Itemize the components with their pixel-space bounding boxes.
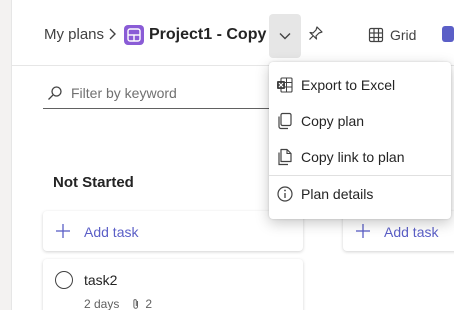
menu-item-export-to-excel[interactable]: Export to Excel <box>269 67 451 103</box>
add-task-label: Add task <box>384 224 439 240</box>
plan-header: My plans Project1 - Copy Grid <box>12 0 454 66</box>
menu-item-copy-link-to-plan[interactable]: Copy link to plan <box>269 139 451 175</box>
menu-item-label: Copy plan <box>301 113 365 129</box>
plan-title: Project1 - Copy <box>149 26 267 43</box>
pin-icon[interactable] <box>308 25 324 43</box>
search-icon <box>48 86 62 100</box>
add-task-label: Add task <box>84 224 139 240</box>
paperclip-icon <box>133 299 139 309</box>
plus-icon <box>356 224 370 238</box>
menu-item-copy-plan[interactable]: Copy plan <box>269 103 451 139</box>
chevron-right-icon <box>109 28 116 40</box>
task-complete-checkbox[interactable] <box>55 271 73 289</box>
tab-grid[interactable]: Grid <box>368 25 416 45</box>
plan-options-menu: Export to Excel Copy plan Copy link to p… <box>269 62 451 219</box>
menu-item-label: Export to Excel <box>301 77 396 93</box>
attachment-count: 2 <box>131 297 152 310</box>
grid-icon <box>368 27 384 43</box>
plan-icon <box>124 25 144 45</box>
filter-box <box>43 81 275 109</box>
task-meta: 2 days 2 <box>84 297 152 310</box>
task-duration: 2 days <box>84 297 120 310</box>
filter-input[interactable] <box>71 85 271 101</box>
left-rail <box>0 0 12 310</box>
excel-icon <box>277 77 293 93</box>
copy-link-icon <box>278 148 292 166</box>
breadcrumb-my-plans[interactable]: My plans <box>44 26 104 43</box>
task-card[interactable]: task2 2 days 2 <box>43 259 303 310</box>
menu-item-label: Copy link to plan <box>301 149 405 165</box>
board-icon[interactable] <box>442 26 454 42</box>
menu-item-label: Plan details <box>301 186 374 202</box>
plan-options-button[interactable] <box>269 14 301 58</box>
info-icon <box>277 186 293 202</box>
copy-icon <box>278 112 292 130</box>
add-task-button[interactable]: Add task <box>43 211 303 251</box>
bucket-title: Not Started <box>53 174 134 191</box>
chevron-down-icon <box>279 33 291 40</box>
attachment-count-value: 2 <box>145 297 153 310</box>
menu-item-plan-details[interactable]: Plan details <box>269 176 451 212</box>
task-title: task2 <box>84 272 118 288</box>
tab-grid-label: Grid <box>390 27 417 43</box>
plus-icon <box>56 224 70 238</box>
